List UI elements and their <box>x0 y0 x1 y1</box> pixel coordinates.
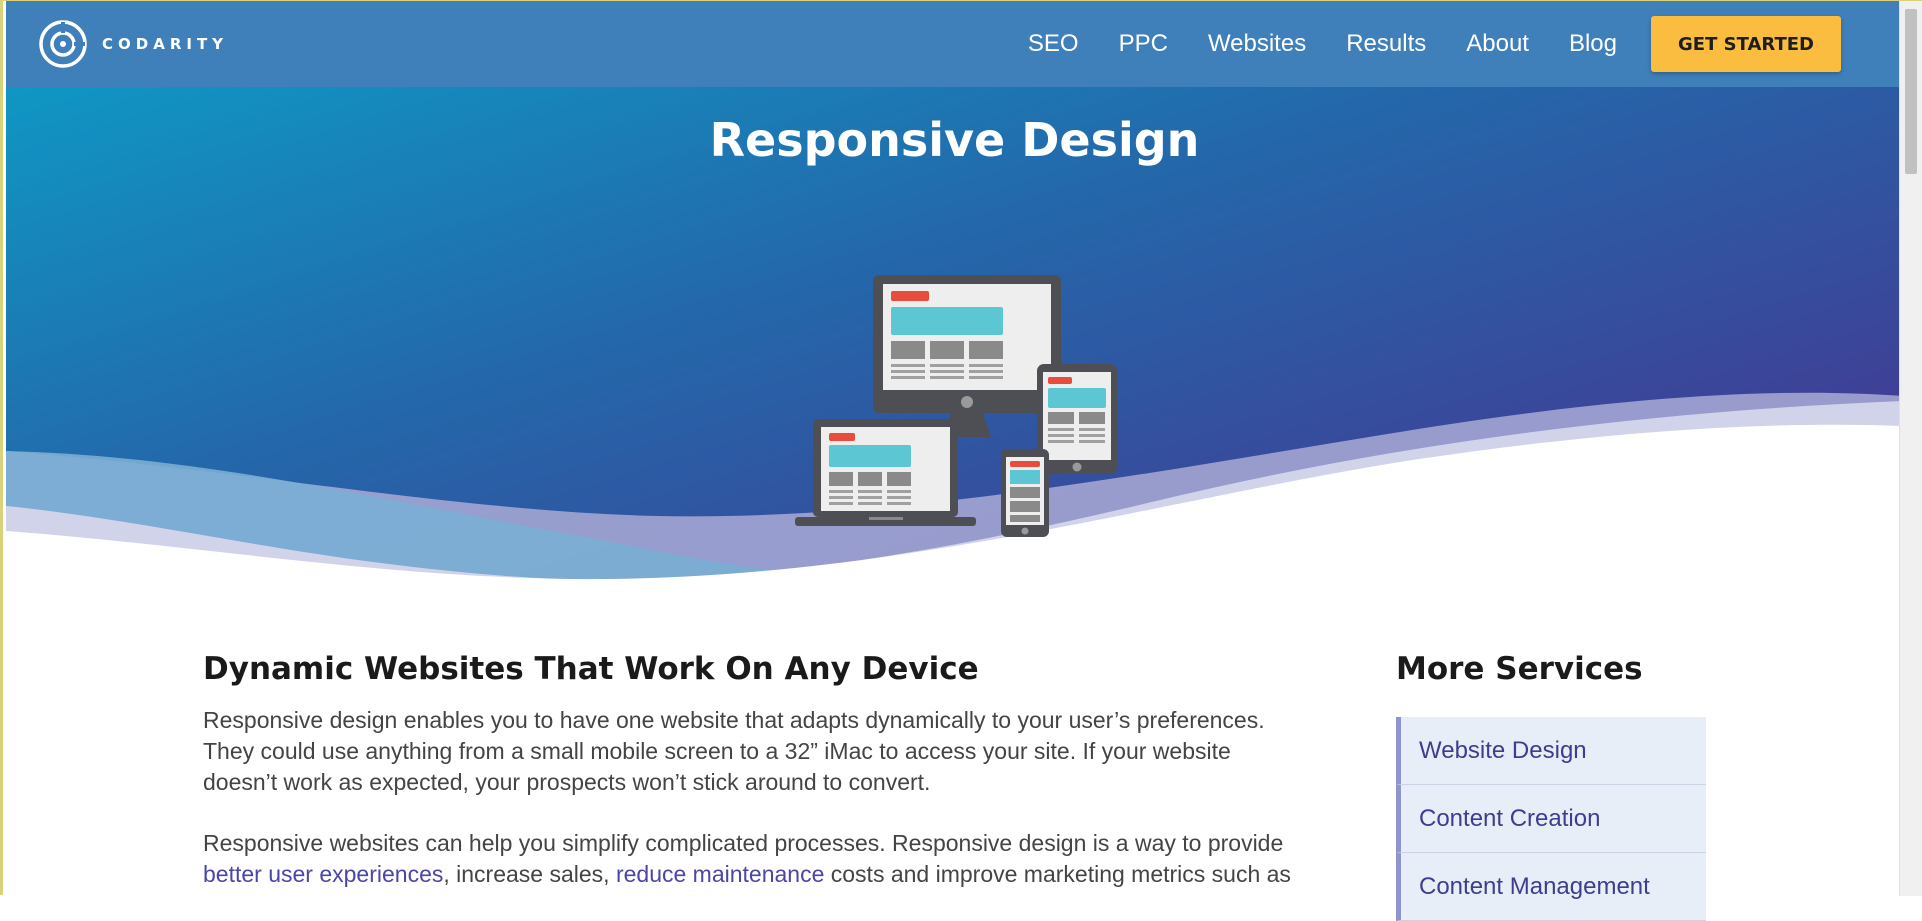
paragraph-text-mid: , increase sales, <box>443 861 610 887</box>
service-item-content-creation[interactable]: Content Creation <box>1396 785 1706 853</box>
desktop-monitor-icon <box>873 275 1061 437</box>
main-content: Dynamic Websites That Work On Any Device… <box>203 651 1293 890</box>
scrollbar-thumb[interactable] <box>1905 9 1917 174</box>
section-heading: Dynamic Websites That Work On Any Device <box>203 651 979 687</box>
nav-link-websites[interactable]: Websites <box>1208 30 1306 58</box>
nav-link-ppc[interactable]: PPC <box>1119 30 1168 58</box>
brand-name: CODARITY <box>102 35 229 53</box>
brand-logo[interactable]: CODARITY <box>38 17 228 71</box>
nav-menu: SEO PPC Websites Results About Blog GET … <box>988 1 1841 87</box>
get-started-button[interactable]: GET STARTED <box>1651 16 1841 72</box>
sidebar-heading: More Services <box>1396 651 1643 687</box>
nav-link-blog[interactable]: Blog <box>1569 30 1617 58</box>
more-services-sidebar: More Services Website Design Content Cre… <box>1396 651 1706 921</box>
intro-paragraph: Responsive design enables you to have on… <box>203 707 1265 795</box>
paragraph-text-start: Responsive websites can help you simplif… <box>203 830 1284 856</box>
service-item-content-management[interactable]: Content Management <box>1396 853 1706 921</box>
reduce-maintenance-link[interactable]: reduce maintenance <box>616 861 824 887</box>
codarity-logo-icon <box>39 20 87 68</box>
service-item-website-design[interactable]: Website Design <box>1396 717 1706 785</box>
page-scrollbar[interactable] <box>1899 1 1922 896</box>
laptop-icon <box>795 419 976 526</box>
hero-banner: CODARITY SEO PPC Websites Results About … <box>6 1 1903 591</box>
paragraph-text-end: costs and improve marketing metrics such… <box>830 861 1291 887</box>
nav-link-about[interactable]: About <box>1466 30 1529 58</box>
better-user-experiences-link[interactable]: better user experiences <box>203 861 443 887</box>
responsive-devices-illustration <box>795 275 1117 537</box>
benefits-paragraph: Responsive websites can help you simplif… <box>203 828 1293 890</box>
nav-link-seo[interactable]: SEO <box>1028 30 1079 58</box>
services-list: Website Design Content Creation Content … <box>1396 717 1706 921</box>
page-title: Responsive Design <box>709 113 1200 167</box>
top-navbar: CODARITY SEO PPC Websites Results About … <box>6 1 1903 87</box>
nav-link-results[interactable]: Results <box>1346 30 1426 58</box>
phone-icon <box>1001 449 1049 537</box>
